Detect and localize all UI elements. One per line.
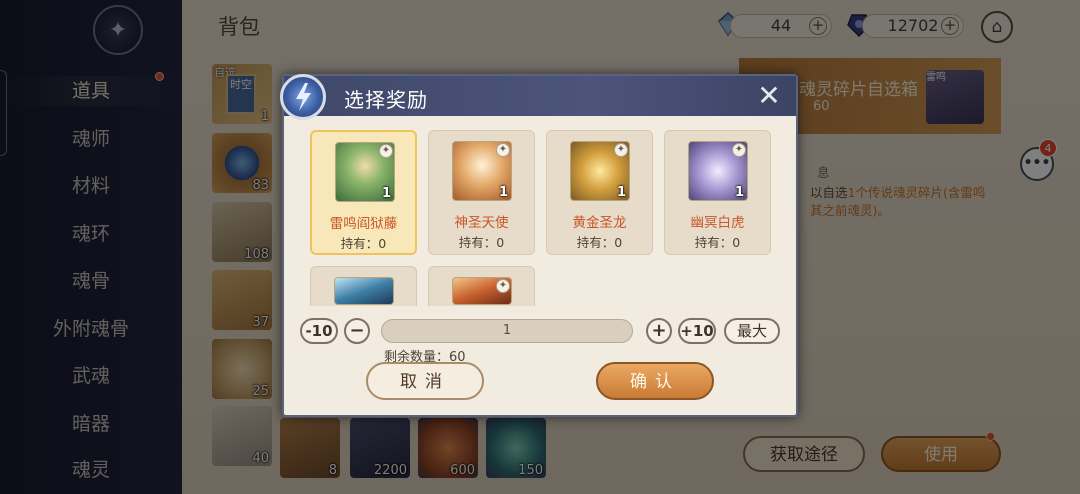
- reward-card-thunder-vine[interactable]: ✦ 1 雷鸣阎狱藤 持有：0: [310, 130, 417, 255]
- reward-card[interactable]: ✦: [428, 266, 535, 306]
- reward-name: 黄金圣龙: [572, 215, 627, 231]
- portrait-count: 1: [616, 185, 626, 200]
- minus-button[interactable]: −: [344, 318, 370, 344]
- portrait-ice: [334, 277, 394, 305]
- soul-badge-icon: ✦: [732, 143, 746, 157]
- portrait-count: 1: [734, 185, 744, 200]
- portrait-fire: ✦: [452, 277, 512, 305]
- reward-owned: 持有：0: [694, 235, 741, 250]
- dialog-header: 选择奖励 ✕: [284, 76, 796, 116]
- cancel-button[interactable]: 取消: [366, 362, 484, 400]
- portrait-holy-angel: ✦ 1: [452, 141, 512, 201]
- select-reward-dialog: 选择奖励 ✕ ✦ 1 雷鸣阎狱藤 持有：0 ✦ 1 神圣天使 持有：0 ✦ 1 …: [280, 74, 798, 417]
- reward-owned: 持有：0: [340, 236, 387, 251]
- portrait-golden-dragon: ✦ 1: [570, 141, 630, 201]
- dialog-title: 选择奖励: [344, 88, 428, 112]
- reward-card-holy-angel[interactable]: ✦ 1 神圣天使 持有：0: [428, 130, 535, 255]
- close-icon[interactable]: ✕: [754, 82, 784, 110]
- reward-name: 幽冥白虎: [690, 215, 745, 231]
- plus-button[interactable]: +: [646, 318, 672, 344]
- soul-badge-icon: ✦: [379, 144, 393, 158]
- reward-card-golden-dragon[interactable]: ✦ 1 黄金圣龙 持有：0: [546, 130, 653, 255]
- quantity-value: 1: [502, 323, 512, 338]
- soul-badge-icon: ✦: [496, 143, 510, 157]
- reward-name: 雷鸣阎狱藤: [329, 216, 398, 232]
- confirm-button[interactable]: 确认: [596, 362, 714, 400]
- reward-card[interactable]: [310, 266, 417, 306]
- portrait-count: 1: [381, 186, 391, 201]
- reward-card-nether-tiger[interactable]: ✦ 1 幽冥白虎 持有：0: [664, 130, 771, 255]
- plus-10-button[interactable]: +10: [678, 318, 716, 344]
- max-button[interactable]: 最大: [724, 318, 780, 344]
- portrait-count: 1: [498, 185, 508, 200]
- soul-badge-icon: ✦: [496, 279, 510, 293]
- portrait-nether-tiger: ✦ 1: [688, 141, 748, 201]
- quantity-slider[interactable]: 1: [381, 319, 633, 343]
- minus-10-button[interactable]: -10: [300, 318, 338, 344]
- reward-owned: 持有：0: [576, 235, 623, 250]
- reward-owned: 持有：0: [458, 235, 505, 250]
- lightning-emblem-icon: [280, 74, 326, 120]
- portrait-thunder-vine: ✦ 1: [335, 142, 395, 202]
- reward-name: 神圣天使: [454, 215, 509, 231]
- soul-badge-icon: ✦: [614, 143, 628, 157]
- lightning-icon: [296, 83, 311, 111]
